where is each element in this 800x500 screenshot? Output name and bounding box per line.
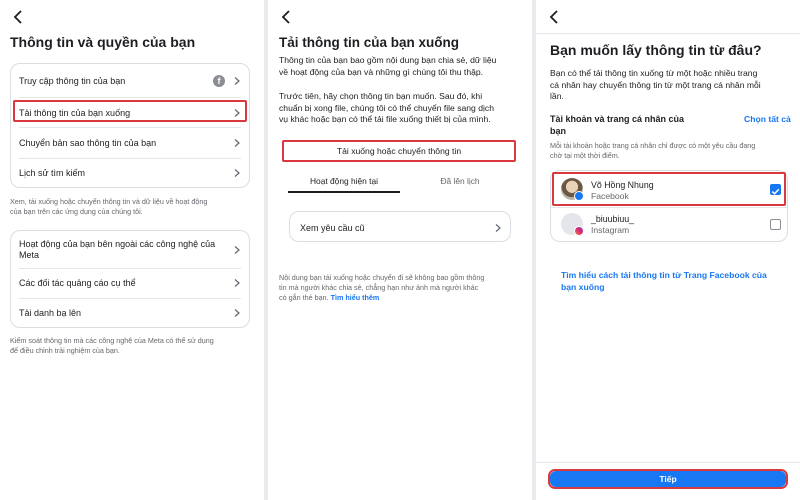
activity-description: Kiểm soát thông tin mà các công nghệ của… bbox=[10, 336, 214, 355]
menu-item-label: Chuyển bản sao thông tin của bạn bbox=[19, 138, 157, 148]
back-arrow-icon[interactable] bbox=[278, 9, 294, 25]
active-tab-underline bbox=[288, 191, 400, 193]
panel-choose-source: Bạn muốn lấy thông tin từ đâu? Bạn có th… bbox=[536, 0, 800, 500]
chevron-right-icon bbox=[234, 169, 240, 177]
menu-item-transfer-copy[interactable]: Chuyển bản sao thông tin của bạn bbox=[11, 128, 249, 158]
old-requests-label: Xem yêu cầu cũ bbox=[300, 222, 365, 233]
menu-item-upload-contacts[interactable]: Tải danh bạ lên bbox=[11, 299, 249, 327]
account-row-instagram[interactable]: _biuubiuu_ Instagram bbox=[551, 208, 787, 241]
page-title: Bạn muốn lấy thông tin từ đâu? bbox=[550, 42, 762, 58]
page-title: Tải thông tin của bạn xuống bbox=[279, 35, 459, 50]
back-arrow-icon[interactable] bbox=[10, 9, 26, 25]
tab-scheduled[interactable]: Đã lên lịch bbox=[406, 176, 514, 186]
menu-item-ad-partners[interactable]: Các đối tác quảng cáo cụ thể bbox=[11, 269, 249, 297]
info-description: Xem, tải xuống hoặc chuyển thông tin và … bbox=[10, 197, 208, 216]
back-arrow-icon[interactable] bbox=[546, 9, 562, 25]
panel-your-info-and-permissions: Thông tin và quyền của bạn Truy cập thôn… bbox=[0, 0, 264, 500]
facebook-icon: f bbox=[213, 75, 225, 87]
section-label: Tài khoản và trang cá nhân của bạn bbox=[550, 114, 685, 136]
menu-item-label: Truy cập thông tin của bạn bbox=[19, 76, 126, 86]
highlight-box bbox=[13, 100, 247, 122]
section-note: Mỗi tài khoản hoặc trang cá nhân chỉ đượ… bbox=[550, 141, 756, 160]
menu-item-label: Tải danh bạ lên bbox=[19, 308, 82, 318]
chevron-right-icon bbox=[234, 309, 240, 317]
instructions-paragraph: Trước tiên, hãy chọn thông tin bạn muốn.… bbox=[279, 91, 494, 124]
menu-item-search-history[interactable]: Lịch sử tìm kiếm bbox=[11, 159, 249, 187]
learn-more-link[interactable]: Tìm hiểu thêm bbox=[331, 293, 380, 302]
header-divider bbox=[536, 33, 800, 34]
info-menu-card: Truy cập thông tin của bạn f Tải thông t… bbox=[10, 63, 250, 188]
menu-item-label: Lịch sử tìm kiếm bbox=[19, 168, 86, 178]
instagram-badge-icon bbox=[574, 226, 584, 236]
menu-item-label: Các đối tác quảng cáo cụ thể bbox=[19, 278, 136, 288]
highlight-box bbox=[548, 469, 788, 489]
old-requests-card[interactable]: Xem yêu cầu cũ bbox=[289, 211, 511, 242]
account-platform: Instagram bbox=[591, 225, 630, 235]
checkbox-unchecked[interactable] bbox=[770, 219, 781, 230]
highlight-box bbox=[552, 172, 786, 206]
chevron-right-icon bbox=[495, 223, 501, 232]
account-name: _biuubiuu_ bbox=[591, 214, 635, 224]
chevron-right-icon bbox=[234, 279, 240, 287]
menu-item-access-info[interactable]: Truy cập thông tin của bạn f bbox=[11, 66, 249, 96]
menu-item-off-meta-activity[interactable]: Hoạt động của bạn bên ngoài các công ngh… bbox=[11, 235, 249, 265]
activity-menu-card: Hoạt động của bạn bên ngoài các công ngh… bbox=[10, 230, 250, 328]
tab-current-activity[interactable]: Hoạt động hiện tại bbox=[288, 176, 400, 186]
intro-paragraph: Thông tin của bạn bao gồm nội dung bạn c… bbox=[279, 55, 497, 77]
page-title: Thông tin và quyền của bạn bbox=[10, 34, 196, 50]
footer-divider bbox=[536, 462, 800, 463]
download-disclaimer: Nội dung bạn tải xuống hoặc chuyển đi sẽ… bbox=[279, 273, 485, 302]
chevron-right-icon bbox=[234, 246, 240, 254]
download-or-transfer-button[interactable]: Tải xuống hoặc chuyển thông tin bbox=[282, 140, 516, 162]
intro-paragraph: Bạn có thể tải thông tin xuống từ một ho… bbox=[550, 68, 761, 101]
select-all-link[interactable]: Chọn tất cả bbox=[744, 114, 791, 124]
panel-download-info: Tải thông tin của bạn xuống Thông tin củ… bbox=[268, 0, 532, 500]
learn-how-link[interactable]: Tìm hiểu cách tải thông tin từ Trang Fac… bbox=[561, 269, 791, 293]
chevron-right-icon bbox=[234, 77, 240, 85]
chevron-right-icon bbox=[234, 139, 240, 147]
